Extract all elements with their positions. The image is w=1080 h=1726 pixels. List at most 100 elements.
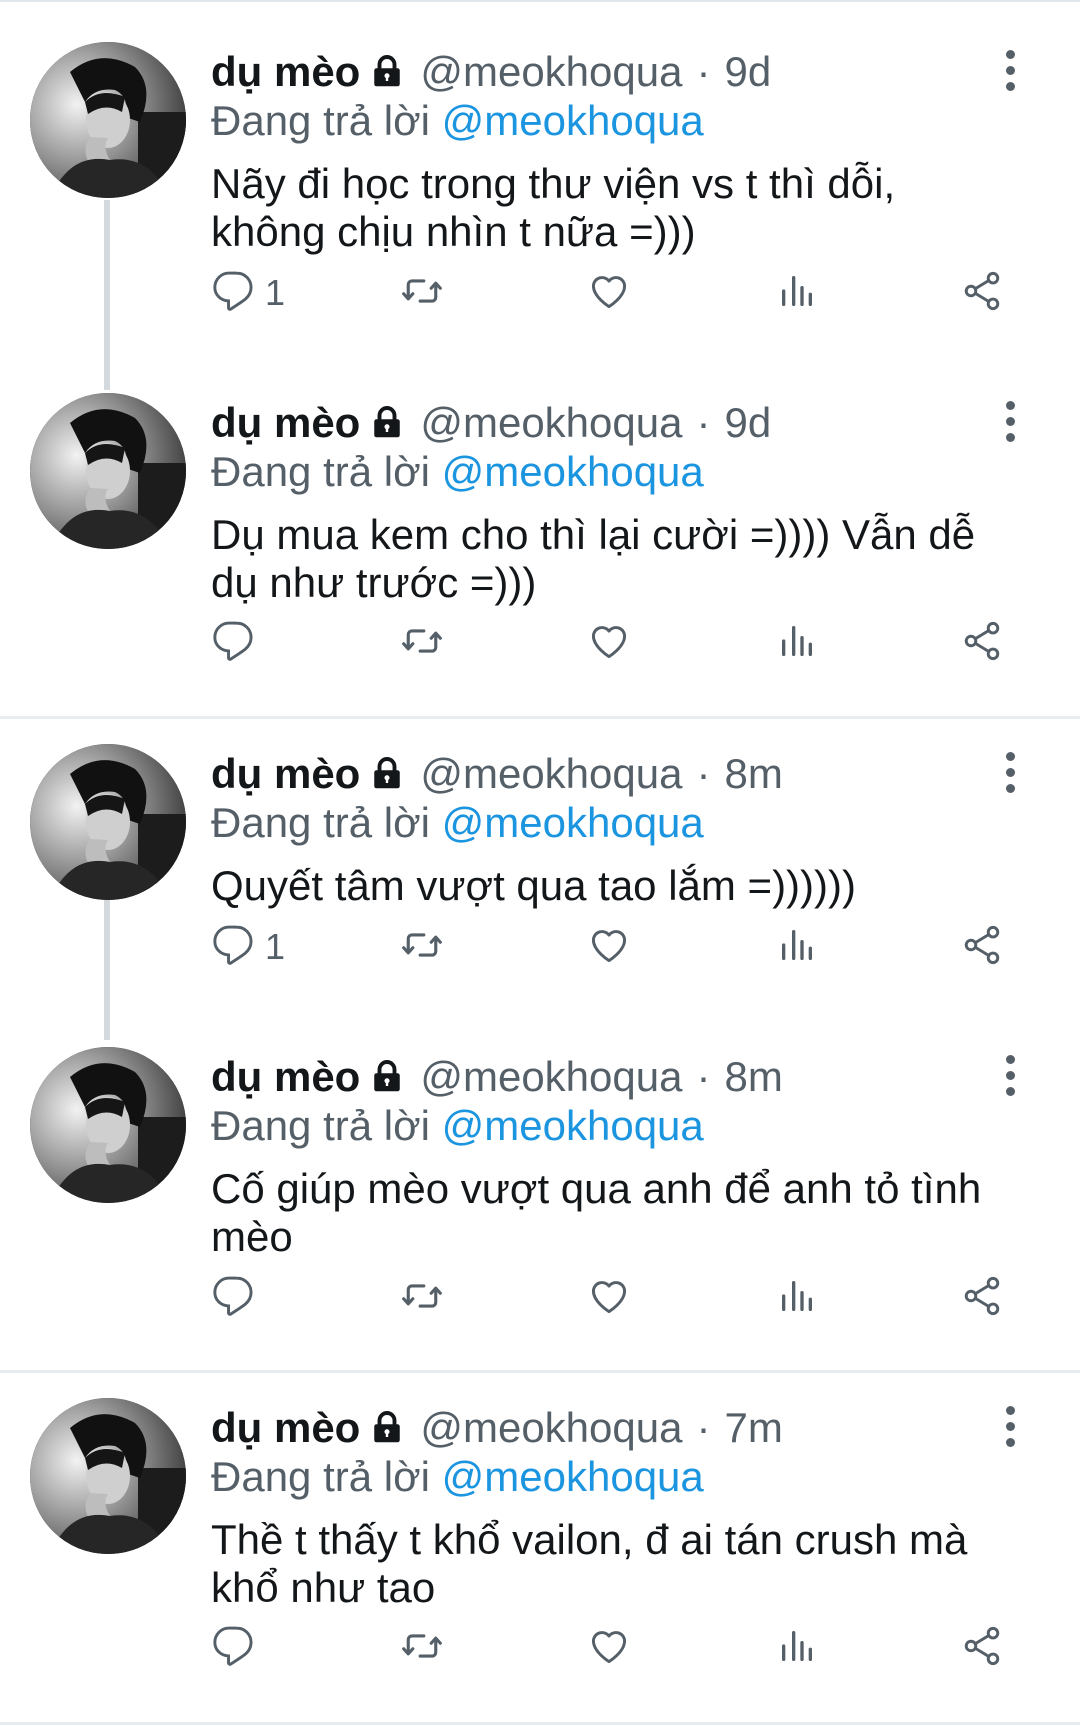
reply-to-link[interactable]: @meokhoqua: [442, 97, 704, 144]
user-handle[interactable]: @meokhoqua: [420, 750, 682, 797]
reply-button[interactable]: 1: [211, 921, 285, 973]
avatar[interactable]: [30, 744, 186, 900]
display-name[interactable]: dụ mèo: [211, 1404, 360, 1451]
reply-context: Đang trả lời @meokhoqua: [211, 1452, 1011, 1502]
retweet-button[interactable]: [397, 921, 447, 973]
tweet-text: Cố giúp mèo vượt qua anh để anh tỏ tình …: [211, 1165, 982, 1260]
reply-context: Đang trả lời @meokhoqua: [211, 447, 1011, 497]
like-button[interactable]: [587, 1272, 631, 1324]
like-button[interactable]: [587, 267, 631, 319]
share-icon: [960, 1624, 1004, 1673]
separator-dot: ·: [696, 1404, 711, 1451]
reply-button[interactable]: [211, 1622, 265, 1674]
like-icon: [587, 1624, 631, 1673]
reply-icon: [211, 923, 255, 972]
top-divider: [0, 0, 1080, 2]
display-name[interactable]: dụ mèo: [211, 399, 360, 446]
reply-prefix: Đang trả lời: [211, 799, 430, 846]
action-bar: 1: [211, 267, 1031, 319]
lock-icon: [368, 52, 406, 100]
share-button[interactable]: [960, 1622, 1004, 1674]
display-name[interactable]: dụ mèo: [211, 48, 360, 95]
reply-prefix: Đang trả lời: [211, 448, 430, 495]
tweet-text: Quyết tâm vượt qua tao lắm =)))))): [211, 862, 856, 909]
analytics-button[interactable]: [777, 1272, 817, 1324]
retweet-button[interactable]: [397, 267, 447, 319]
thread-divider: [0, 1722, 1080, 1725]
reply-to-link[interactable]: @meokhoqua: [442, 1102, 704, 1149]
reply-button[interactable]: [211, 617, 265, 669]
analytics-button[interactable]: [777, 267, 817, 319]
analytics-button[interactable]: [777, 921, 817, 973]
lock-icon: [368, 1408, 406, 1456]
action-bar: [211, 1622, 1031, 1674]
analytics-icon: [777, 619, 817, 668]
timestamp[interactable]: 8m: [724, 750, 782, 797]
share-icon: [960, 269, 1004, 318]
thread-divider: [0, 716, 1080, 719]
tweet-header: dụ mèo @meokhoqua · 8m: [211, 1053, 1011, 1101]
timestamp[interactable]: 7m: [724, 1404, 782, 1451]
retweet-icon: [397, 269, 447, 318]
thread-divider: [0, 1370, 1080, 1373]
like-icon: [587, 269, 631, 318]
share-button[interactable]: [960, 267, 1004, 319]
action-bar: 1: [211, 921, 1031, 973]
reply-to-link[interactable]: @meokhoqua: [442, 799, 704, 846]
reply-button[interactable]: [211, 1272, 265, 1324]
reply-prefix: Đang trả lời: [211, 97, 430, 144]
share-icon: [960, 1274, 1004, 1323]
reply-icon: [211, 619, 255, 668]
separator-dot: ·: [696, 399, 711, 446]
user-handle[interactable]: @meokhoqua: [420, 1053, 682, 1100]
reply-count: 1: [265, 926, 286, 967]
lock-icon: [368, 1057, 406, 1105]
separator-dot: ·: [696, 750, 711, 797]
avatar[interactable]: [30, 1398, 186, 1554]
thread-connector: [104, 200, 110, 390]
analytics-button[interactable]: [777, 617, 817, 669]
share-button[interactable]: [960, 617, 1004, 669]
like-icon: [587, 619, 631, 668]
display-name[interactable]: dụ mèo: [211, 750, 360, 797]
avatar[interactable]: [30, 1047, 186, 1203]
like-button[interactable]: [587, 921, 631, 973]
separator-dot: ·: [696, 48, 711, 95]
tweet-header: dụ mèo @meokhoqua · 8m: [211, 750, 1011, 798]
analytics-icon: [777, 1624, 817, 1673]
action-bar: [211, 1272, 1031, 1324]
reply-to-link[interactable]: @meokhoqua: [442, 448, 704, 495]
analytics-icon: [777, 269, 817, 318]
display-name[interactable]: dụ mèo: [211, 1053, 360, 1100]
share-button[interactable]: [960, 1272, 1004, 1324]
reply-button[interactable]: 1: [211, 267, 285, 319]
retweet-button[interactable]: [397, 617, 447, 669]
analytics-button[interactable]: [777, 1622, 817, 1674]
user-handle[interactable]: @meokhoqua: [420, 399, 682, 446]
tweet-text: Thề t thấy t khổ vailon, đ ai tán crush …: [211, 1516, 968, 1611]
reply-icon: [211, 1274, 255, 1323]
tweet-text: Nãy đi học trong thư viện vs t thì dỗi, …: [211, 160, 896, 255]
avatar[interactable]: [30, 393, 186, 549]
like-icon: [587, 923, 631, 972]
reply-context: Đang trả lời @meokhoqua: [211, 1101, 1011, 1151]
retweet-button[interactable]: [397, 1272, 447, 1324]
timestamp[interactable]: 9d: [724, 399, 771, 446]
user-handle[interactable]: @meokhoqua: [420, 48, 682, 95]
reply-icon: [211, 1624, 255, 1673]
reply-to-link[interactable]: @meokhoqua: [442, 1453, 704, 1500]
like-button[interactable]: [587, 617, 631, 669]
timestamp[interactable]: 9d: [724, 48, 771, 95]
share-icon: [960, 619, 1004, 668]
avatar[interactable]: [30, 42, 186, 198]
action-bar: [211, 617, 1031, 669]
retweet-button[interactable]: [397, 1622, 447, 1674]
like-button[interactable]: [587, 1622, 631, 1674]
lock-icon: [368, 754, 406, 802]
timestamp[interactable]: 8m: [724, 1053, 782, 1100]
analytics-icon: [777, 923, 817, 972]
share-button[interactable]: [960, 921, 1004, 973]
user-handle[interactable]: @meokhoqua: [420, 1404, 682, 1451]
tweet-header: dụ mèo @meokhoqua · 9d: [211, 399, 1011, 447]
retweet-icon: [397, 619, 447, 668]
